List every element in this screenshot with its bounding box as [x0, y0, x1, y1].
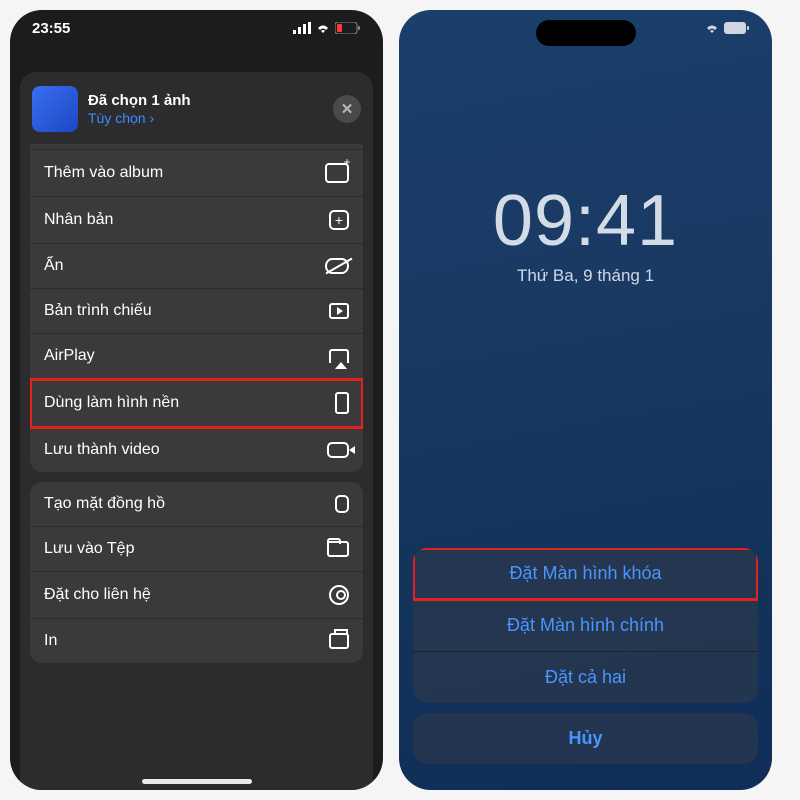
hide-icon [325, 258, 349, 274]
action-airplay[interactable]: AirPlay [30, 334, 363, 379]
cancel-button[interactable]: Hủy [413, 713, 758, 764]
action-label: In [44, 632, 57, 650]
action-print[interactable]: In [30, 619, 363, 663]
action-label: Bản trình chiếu [44, 302, 152, 320]
share-actions[interactable]: Chia sẻ trong album Thêm vào album Nhân … [20, 144, 373, 790]
folder-icon [327, 541, 349, 557]
battery-icon [724, 22, 750, 34]
watch-icon [335, 495, 349, 513]
sheet-options-link[interactable]: Tùy chọn › [88, 110, 333, 126]
print-icon [329, 633, 349, 649]
option-label: Đặt cả hai [545, 667, 626, 687]
action-use-as-wallpaper[interactable]: Dùng làm hình nền [30, 379, 363, 428]
clock-date: Thứ Ba, 9 tháng 1 [399, 266, 772, 286]
photo-thumbnail[interactable] [32, 86, 78, 132]
action-slideshow[interactable]: Bản trình chiếu [30, 289, 363, 334]
action-label: Đặt cho liên hệ [44, 586, 151, 604]
slideshow-icon [329, 303, 349, 319]
set-both[interactable]: Đặt cả hai [413, 652, 758, 703]
action-label: Nhân bản [44, 211, 113, 229]
action-group-1: Chia sẻ trong album Thêm vào album Nhân … [30, 144, 363, 472]
action-hide[interactable]: Ẩn [30, 244, 363, 289]
action-assign-to-contact[interactable]: Đặt cho liên hệ [30, 572, 363, 619]
status-icons [704, 22, 750, 34]
cancel-label: Hủy [568, 728, 602, 748]
action-save-to-files[interactable]: Lưu vào Tệp [30, 527, 363, 572]
airplay-icon [329, 349, 349, 363]
album-add-icon [325, 163, 349, 183]
action-save-as-video[interactable]: Lưu thành video [30, 428, 363, 472]
share-sheet: Đã chọn 1 ảnh Tùy chọn › ✕ Chia sẻ trong… [20, 72, 373, 790]
wallpaper-set-sheet: Đặt Màn hình khóa Đặt Màn hình chính Đặt… [413, 548, 758, 774]
action-add-to-album[interactable]: Thêm vào album [30, 150, 363, 197]
action-create-watch-face[interactable]: Tạo mặt đồng hồ [30, 482, 363, 527]
clock-time: 09:41 [399, 180, 772, 262]
action-label: Ẩn [44, 257, 64, 275]
action-label: AirPlay [44, 347, 95, 365]
video-icon [327, 442, 349, 458]
action-label: Tạo mặt đồng hồ [44, 495, 165, 513]
lock-screen-clock: 09:41 Thứ Ba, 9 tháng 1 [399, 40, 772, 286]
set-lock-screen[interactable]: Đặt Màn hình khóa [413, 548, 758, 600]
status-bar: 23:55 [10, 10, 383, 40]
wifi-icon [704, 22, 720, 34]
phone-wallpaper-preview: 09:41 Thứ Ba, 9 tháng 1 Đặt Màn hình khó… [399, 10, 772, 790]
action-group-2: Tạo mặt đồng hồ Lưu vào Tệp Đặt cho liên… [30, 482, 363, 663]
action-label: Lưu vào Tệp [44, 540, 134, 558]
dynamic-island [536, 20, 636, 46]
action-label: Dùng làm hình nền [44, 394, 179, 412]
phone-share-sheet: 23:55 Đã chọn 1 ảnh Tùy chọn › ✕ Chia sẻ… [10, 10, 383, 790]
wifi-icon [315, 22, 331, 34]
option-label: Đặt Màn hình chính [507, 615, 664, 635]
action-label: Lưu thành video [44, 441, 160, 459]
status-icons [293, 22, 361, 34]
close-button[interactable]: ✕ [333, 95, 361, 123]
set-home-screen[interactable]: Đặt Màn hình chính [413, 600, 758, 652]
battery-low-icon [335, 22, 361, 34]
contact-icon [329, 585, 349, 605]
sheet-title: Đã chọn 1 ảnh [88, 92, 333, 109]
option-label: Đặt Màn hình khóa [509, 563, 661, 583]
wallpaper-options-group: Đặt Màn hình khóa Đặt Màn hình chính Đặt… [413, 548, 758, 703]
status-time: 23:55 [32, 20, 70, 37]
signal-icon [293, 22, 311, 34]
cancel-group: Hủy [413, 713, 758, 764]
duplicate-icon [329, 210, 349, 230]
action-duplicate[interactable]: Nhân bản [30, 197, 363, 244]
action-label: Thêm vào album [44, 164, 163, 182]
phone-icon [335, 392, 349, 414]
share-sheet-header: Đã chọn 1 ảnh Tùy chọn › ✕ [20, 72, 373, 144]
home-indicator[interactable] [142, 779, 252, 784]
